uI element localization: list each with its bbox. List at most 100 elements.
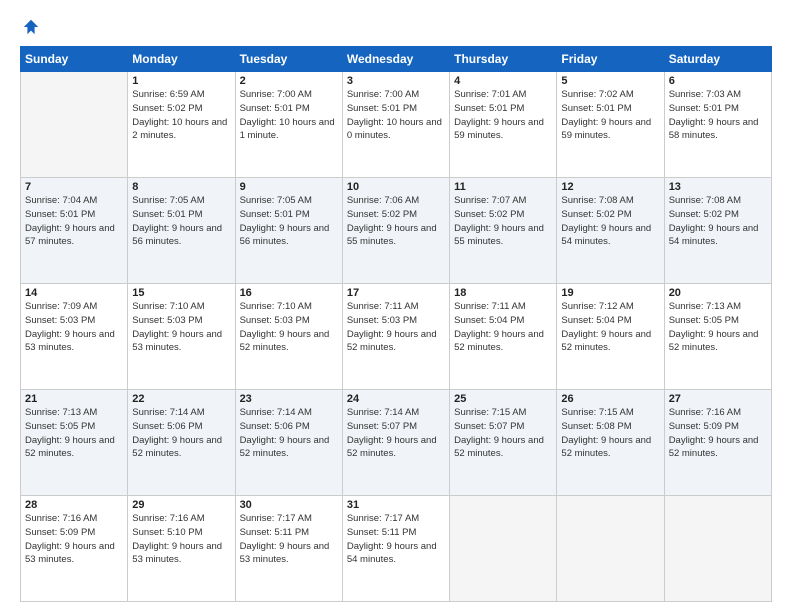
page: SundayMondayTuesdayWednesdayThursdayFrid…: [0, 0, 792, 612]
calendar-day-cell: 2Sunrise: 7:00 AMSunset: 5:01 PMDaylight…: [235, 72, 342, 178]
day-number: 13: [669, 181, 767, 193]
calendar-day-cell: 12Sunrise: 7:08 AMSunset: 5:02 PMDayligh…: [557, 178, 664, 284]
day-number: 31: [347, 499, 445, 511]
calendar-day-cell: [450, 496, 557, 602]
logo-icon: [22, 18, 40, 36]
day-info: Sunrise: 7:02 AMSunset: 5:01 PMDaylight:…: [561, 88, 659, 143]
day-info: Sunrise: 7:14 AMSunset: 5:06 PMDaylight:…: [132, 406, 230, 461]
calendar-day-cell: 15Sunrise: 7:10 AMSunset: 5:03 PMDayligh…: [128, 284, 235, 390]
day-info: Sunrise: 7:17 AMSunset: 5:11 PMDaylight:…: [347, 512, 445, 567]
day-number: 16: [240, 287, 338, 299]
calendar-day-cell: 25Sunrise: 7:15 AMSunset: 5:07 PMDayligh…: [450, 390, 557, 496]
day-info: Sunrise: 7:16 AMSunset: 5:10 PMDaylight:…: [132, 512, 230, 567]
calendar-day-header: Saturday: [664, 47, 771, 72]
calendar-day-cell: [21, 72, 128, 178]
calendar-day-cell: 14Sunrise: 7:09 AMSunset: 5:03 PMDayligh…: [21, 284, 128, 390]
day-info: Sunrise: 7:13 AMSunset: 5:05 PMDaylight:…: [25, 406, 123, 461]
day-number: 17: [347, 287, 445, 299]
day-info: Sunrise: 7:11 AMSunset: 5:03 PMDaylight:…: [347, 300, 445, 355]
calendar-week-row: 28Sunrise: 7:16 AMSunset: 5:09 PMDayligh…: [21, 496, 772, 602]
day-number: 23: [240, 393, 338, 405]
day-number: 21: [25, 393, 123, 405]
day-number: 10: [347, 181, 445, 193]
calendar-week-row: 21Sunrise: 7:13 AMSunset: 5:05 PMDayligh…: [21, 390, 772, 496]
day-info: Sunrise: 7:13 AMSunset: 5:05 PMDaylight:…: [669, 300, 767, 355]
header: [20, 18, 772, 36]
day-info: Sunrise: 7:05 AMSunset: 5:01 PMDaylight:…: [240, 194, 338, 249]
calendar-day-cell: 23Sunrise: 7:14 AMSunset: 5:06 PMDayligh…: [235, 390, 342, 496]
calendar-day-cell: 13Sunrise: 7:08 AMSunset: 5:02 PMDayligh…: [664, 178, 771, 284]
day-number: 29: [132, 499, 230, 511]
day-number: 24: [347, 393, 445, 405]
calendar-day-cell: 5Sunrise: 7:02 AMSunset: 5:01 PMDaylight…: [557, 72, 664, 178]
day-info: Sunrise: 7:09 AMSunset: 5:03 PMDaylight:…: [25, 300, 123, 355]
calendar-day-header: Wednesday: [342, 47, 449, 72]
calendar-day-cell: 27Sunrise: 7:16 AMSunset: 5:09 PMDayligh…: [664, 390, 771, 496]
day-info: Sunrise: 7:15 AMSunset: 5:07 PMDaylight:…: [454, 406, 552, 461]
day-info: Sunrise: 7:14 AMSunset: 5:07 PMDaylight:…: [347, 406, 445, 461]
calendar-day-header: Monday: [128, 47, 235, 72]
calendar-day-cell: 20Sunrise: 7:13 AMSunset: 5:05 PMDayligh…: [664, 284, 771, 390]
day-info: Sunrise: 7:07 AMSunset: 5:02 PMDaylight:…: [454, 194, 552, 249]
day-info: Sunrise: 7:16 AMSunset: 5:09 PMDaylight:…: [669, 406, 767, 461]
calendar-day-cell: 16Sunrise: 7:10 AMSunset: 5:03 PMDayligh…: [235, 284, 342, 390]
calendar-day-header: Sunday: [21, 47, 128, 72]
calendar-day-cell: 31Sunrise: 7:17 AMSunset: 5:11 PMDayligh…: [342, 496, 449, 602]
day-number: 8: [132, 181, 230, 193]
calendar-day-cell: 29Sunrise: 7:16 AMSunset: 5:10 PMDayligh…: [128, 496, 235, 602]
calendar-day-cell: 3Sunrise: 7:00 AMSunset: 5:01 PMDaylight…: [342, 72, 449, 178]
day-number: 7: [25, 181, 123, 193]
day-info: Sunrise: 7:08 AMSunset: 5:02 PMDaylight:…: [669, 194, 767, 249]
day-number: 28: [25, 499, 123, 511]
day-number: 19: [561, 287, 659, 299]
day-info: Sunrise: 7:10 AMSunset: 5:03 PMDaylight:…: [132, 300, 230, 355]
logo: [20, 18, 40, 36]
day-info: Sunrise: 7:15 AMSunset: 5:08 PMDaylight:…: [561, 406, 659, 461]
calendar-day-cell: 30Sunrise: 7:17 AMSunset: 5:11 PMDayligh…: [235, 496, 342, 602]
calendar-day-cell: 18Sunrise: 7:11 AMSunset: 5:04 PMDayligh…: [450, 284, 557, 390]
calendar-day-cell: [664, 496, 771, 602]
day-number: 11: [454, 181, 552, 193]
day-number: 4: [454, 75, 552, 87]
calendar-day-cell: 4Sunrise: 7:01 AMSunset: 5:01 PMDaylight…: [450, 72, 557, 178]
day-info: Sunrise: 7:03 AMSunset: 5:01 PMDaylight:…: [669, 88, 767, 143]
day-info: Sunrise: 7:11 AMSunset: 5:04 PMDaylight:…: [454, 300, 552, 355]
calendar-day-cell: [557, 496, 664, 602]
day-number: 27: [669, 393, 767, 405]
day-number: 3: [347, 75, 445, 87]
day-number: 25: [454, 393, 552, 405]
day-number: 6: [669, 75, 767, 87]
calendar-day-header: Friday: [557, 47, 664, 72]
day-info: Sunrise: 7:01 AMSunset: 5:01 PMDaylight:…: [454, 88, 552, 143]
calendar-day-cell: 11Sunrise: 7:07 AMSunset: 5:02 PMDayligh…: [450, 178, 557, 284]
day-info: Sunrise: 7:10 AMSunset: 5:03 PMDaylight:…: [240, 300, 338, 355]
day-info: Sunrise: 7:05 AMSunset: 5:01 PMDaylight:…: [132, 194, 230, 249]
day-number: 18: [454, 287, 552, 299]
day-info: Sunrise: 7:16 AMSunset: 5:09 PMDaylight:…: [25, 512, 123, 567]
calendar-day-cell: 6Sunrise: 7:03 AMSunset: 5:01 PMDaylight…: [664, 72, 771, 178]
calendar-day-cell: 17Sunrise: 7:11 AMSunset: 5:03 PMDayligh…: [342, 284, 449, 390]
day-number: 22: [132, 393, 230, 405]
calendar-day-cell: 19Sunrise: 7:12 AMSunset: 5:04 PMDayligh…: [557, 284, 664, 390]
day-number: 26: [561, 393, 659, 405]
calendar-day-cell: 1Sunrise: 6:59 AMSunset: 5:02 PMDaylight…: [128, 72, 235, 178]
calendar-day-header: Tuesday: [235, 47, 342, 72]
calendar-day-cell: 26Sunrise: 7:15 AMSunset: 5:08 PMDayligh…: [557, 390, 664, 496]
day-number: 9: [240, 181, 338, 193]
day-info: Sunrise: 7:04 AMSunset: 5:01 PMDaylight:…: [25, 194, 123, 249]
day-number: 2: [240, 75, 338, 87]
calendar-day-cell: 8Sunrise: 7:05 AMSunset: 5:01 PMDaylight…: [128, 178, 235, 284]
calendar-week-row: 7Sunrise: 7:04 AMSunset: 5:01 PMDaylight…: [21, 178, 772, 284]
day-info: Sunrise: 7:08 AMSunset: 5:02 PMDaylight:…: [561, 194, 659, 249]
calendar-day-cell: 21Sunrise: 7:13 AMSunset: 5:05 PMDayligh…: [21, 390, 128, 496]
day-number: 30: [240, 499, 338, 511]
day-number: 14: [25, 287, 123, 299]
day-info: Sunrise: 6:59 AMSunset: 5:02 PMDaylight:…: [132, 88, 230, 143]
calendar-table: SundayMondayTuesdayWednesdayThursdayFrid…: [20, 46, 772, 602]
day-info: Sunrise: 7:00 AMSunset: 5:01 PMDaylight:…: [347, 88, 445, 143]
day-info: Sunrise: 7:14 AMSunset: 5:06 PMDaylight:…: [240, 406, 338, 461]
calendar-day-header: Thursday: [450, 47, 557, 72]
calendar-day-cell: 24Sunrise: 7:14 AMSunset: 5:07 PMDayligh…: [342, 390, 449, 496]
day-info: Sunrise: 7:12 AMSunset: 5:04 PMDaylight:…: [561, 300, 659, 355]
calendar-day-cell: 7Sunrise: 7:04 AMSunset: 5:01 PMDaylight…: [21, 178, 128, 284]
